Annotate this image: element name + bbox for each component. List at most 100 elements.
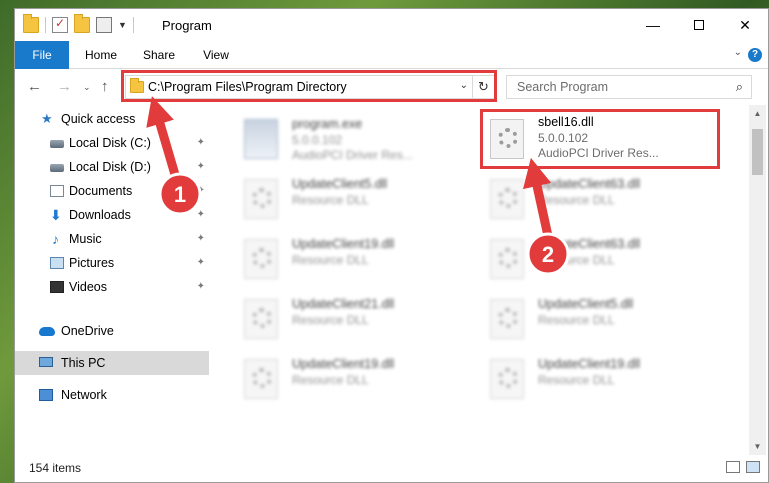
status-bar: 154 items [15,453,768,482]
help-icon[interactable]: ? [748,48,762,62]
sidebar-item-label: Documents [69,184,133,198]
sidebar-item-label: Network [61,388,107,402]
sidebar-item-label: This PC [61,356,106,370]
file-description: Resource DLL [538,373,615,387]
program-exe-icon [244,119,278,159]
pin-icon: ✦ [196,233,205,244]
gear-icon [498,368,518,388]
this-pc-icon [39,357,53,367]
file-tile[interactable]: UpdateClient21.dll Resource DLL [222,291,462,343]
tab-file[interactable]: File [15,41,69,69]
folder-icon [23,14,39,33]
gear-icon [498,248,518,268]
file-tile[interactable]: UpdateClient5.dll Resource DLL [468,291,708,343]
tiles-view-icon[interactable] [746,461,760,473]
file-description: Resource DLL [292,253,369,267]
file-description: AudioPCI Driver Res... [292,148,413,162]
dll-file-icon [490,359,524,399]
forward-arrow-icon[interactable]: → [57,78,72,95]
file-tile[interactable]: UpdateClient19.dll Resource DLL [468,351,708,403]
close-button[interactable]: ✕ [722,9,768,41]
disk-icon [50,140,64,148]
new-folder-icon[interactable] [74,14,90,33]
sidebar-item-network[interactable]: Network [15,383,209,407]
pin-icon: ✦ [196,185,205,196]
star-icon: ★ [41,111,53,126]
search-icon[interactable]: ⌕ [736,79,743,95]
file-description: Resource DLL [292,373,369,387]
sidebar-item-this-pc[interactable]: This PC [15,351,209,375]
title-bar: ▼ Program — ✕ [15,9,768,41]
gear-icon [252,248,272,268]
scroll-thumb[interactable] [752,129,763,175]
back-arrow-icon[interactable]: ← [27,78,42,95]
sidebar-item-videos[interactable]: Videos ✦ [15,275,209,299]
sidebar-item-label: Local Disk (D:) [69,160,151,174]
file-tile[interactable]: program.exe 5.0.0.102 AudioPCI Driver Re… [222,111,462,163]
sidebar-item-music[interactable]: ♪ Music ✦ [15,227,209,251]
disk-icon [50,164,64,172]
videos-icon [50,281,64,293]
sidebar-item-documents[interactable]: Documents ✦ [15,179,209,203]
file-name: program.exe [292,117,363,131]
dll-file-icon [490,239,524,279]
minimize-button[interactable]: — [630,9,676,41]
pin-icon: ✦ [196,161,205,172]
vertical-scrollbar[interactable]: ▲ ▼ [749,105,766,455]
file-name: UpdateClient5.dll [538,297,634,311]
scroll-up-arrow-icon[interactable]: ▲ [749,105,766,122]
dll-file-icon [244,299,278,339]
properties-check-icon[interactable] [52,16,68,33]
expand-ribbon-chevron-icon[interactable]: ⌄ [734,47,742,58]
customize-toolbar-chevron-icon[interactable]: ▼ [118,20,127,30]
gear-icon [498,308,518,328]
toolbar-divider [132,17,134,33]
dll-file-icon [490,179,524,219]
dll-file-icon [244,239,278,279]
sidebar-item-label: OneDrive [61,324,114,338]
sidebar-item-local-disk-d[interactable]: Local Disk (D:) ✦ [15,155,209,179]
file-description: Resource DLL [292,193,369,207]
file-description: Resource DLL [538,313,615,327]
sidebar-item-label: Videos [69,280,107,294]
recent-locations-chevron-icon[interactable]: ⌄ [83,82,91,93]
dll-file-icon [244,179,278,219]
pin-icon: ✦ [196,281,205,292]
sidebar-item-local-disk-c[interactable]: Local Disk (C:) ✦ [15,131,209,155]
file-tile[interactable]: UpdateClient63.dll Resource DLL [468,231,708,283]
file-name: UpdateClient21.dll [292,297,395,311]
tab-view[interactable]: View [198,41,234,69]
sidebar-item-onedrive[interactable]: OneDrive [15,319,209,343]
dll-file-icon [244,359,278,399]
file-tile[interactable]: UpdateClient63.dll Resource DLL [468,171,708,223]
pin-icon: ✦ [196,137,205,148]
onedrive-icon [39,327,55,336]
up-arrow-icon[interactable]: ↑ [101,78,109,95]
file-description: Resource DLL [292,313,369,327]
file-tile[interactable]: UpdateClient5.dll Resource DLL [222,171,462,223]
item-count: 154 items [29,461,82,475]
sidebar-item-pictures[interactable]: Pictures ✦ [15,251,209,275]
details-view-icon[interactable] [726,461,740,473]
tab-home[interactable]: Home [81,41,121,69]
tab-share[interactable]: Share [139,41,179,69]
file-version: 5.0.0.102 [292,133,343,147]
documents-icon [50,185,64,197]
file-name: UpdateClient63.dll [538,237,641,251]
network-icon [39,389,53,401]
music-icon: ♪ [52,231,59,247]
view-options-icon[interactable] [96,17,112,33]
file-tile[interactable]: UpdateClient19.dll Resource DLL [222,351,462,403]
maximize-button[interactable] [676,9,722,41]
ribbon-tabs: File Home Share View ⌄ ? [15,41,768,69]
gear-icon [252,188,272,208]
sidebar-item-label: Downloads [69,208,131,222]
sidebar-item-label: Pictures [69,256,115,270]
toolbar-divider [45,17,46,33]
file-tile[interactable]: UpdateClient19.dll Resource DLL [222,231,462,283]
search-box[interactable]: Search Program ⌕ [506,75,752,99]
pin-icon: ✦ [196,209,205,220]
gear-icon [498,188,518,208]
sidebar-item-quick-access[interactable]: ★ Quick access [15,107,209,131]
sidebar-item-downloads[interactable]: ⬇ Downloads ✦ [15,203,209,227]
